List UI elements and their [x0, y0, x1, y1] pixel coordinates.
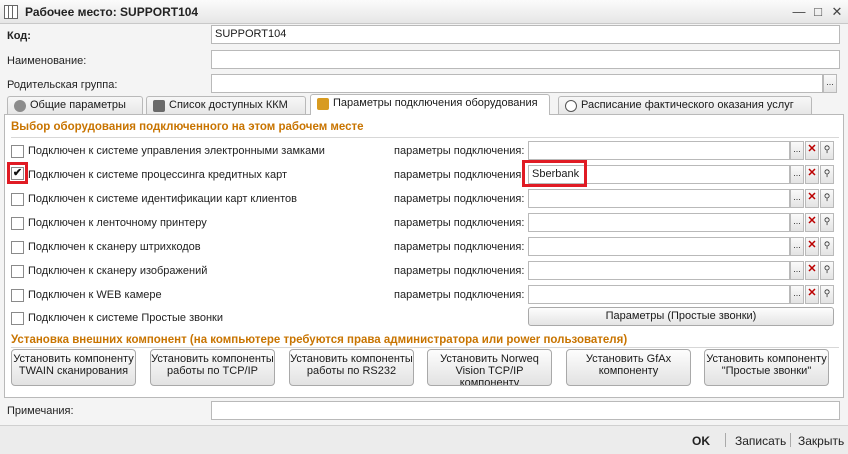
clear-x-icon[interactable]: ✕ — [805, 237, 819, 256]
section-divider — [11, 137, 839, 138]
params-field-image-scanner[interactable] — [528, 261, 790, 280]
close-button[interactable]: Закрыть — [798, 434, 844, 448]
tab-schedule[interactable]: Расписание фактического оказания услуг — [558, 96, 812, 115]
clock-icon — [565, 100, 577, 112]
params-label: параметры подключения: — [394, 289, 525, 301]
params-field-printer[interactable] — [528, 213, 790, 232]
simple-calls-params-button[interactable]: Параметры (Простые звонки) — [528, 307, 834, 326]
title-bar: Рабочее место: SUPPORT104 — □ ✕ — [0, 0, 848, 24]
row-label: Подключен к ленточному принтеру — [28, 217, 207, 229]
select-ellipsis-button[interactable]: ... — [790, 213, 804, 232]
search-icon[interactable]: ⚲ — [820, 165, 834, 184]
clear-x-icon[interactable]: ✕ — [805, 189, 819, 208]
install-gfax-button[interactable]: Установить GfAx компоненту — [566, 349, 691, 386]
close-icon[interactable]: ✕ — [828, 3, 846, 21]
register-icon — [153, 100, 165, 112]
row-label: Подключен к системе Простые звонки — [28, 312, 223, 324]
params-label: параметры подключения: — [394, 193, 525, 205]
select-ellipsis-button[interactable]: ... — [790, 261, 804, 280]
row-label: Подключен к сканеру изображений — [28, 265, 208, 277]
gear-icon — [14, 100, 26, 112]
parent-group-field[interactable] — [211, 74, 823, 93]
tab-label: Параметры подключения оборудования — [333, 97, 538, 109]
row-label: Подключен к WEB камере — [28, 289, 162, 301]
checkbox-client-cards[interactable] — [11, 193, 24, 206]
search-icon[interactable]: ⚲ — [820, 285, 834, 304]
footer-bar: OK Записать Закрыть — [0, 425, 848, 454]
clear-x-icon[interactable]: ✕ — [805, 141, 819, 160]
select-ellipsis-button[interactable]: ... — [823, 74, 837, 93]
params-field-client-cards[interactable] — [528, 189, 790, 208]
app-icon — [4, 5, 18, 19]
components-section-title: Установка внешних компонент (на компьюте… — [11, 334, 628, 346]
highlight-box — [522, 160, 587, 187]
ok-button[interactable]: OK — [692, 434, 710, 448]
params-field-locks[interactable] — [528, 141, 790, 160]
install-rs232-button[interactable]: Установить компоненты работы по RS232 — [289, 349, 414, 386]
footer-separator — [790, 433, 791, 447]
tab-kkm-list[interactable]: Список доступных ККМ — [146, 96, 306, 115]
checkbox-image-scanner[interactable] — [11, 265, 24, 278]
install-simple-calls-button[interactable]: Установить компоненту "Простые звонки" — [704, 349, 829, 386]
select-ellipsis-button[interactable]: ... — [790, 189, 804, 208]
search-icon[interactable]: ⚲ — [820, 237, 834, 256]
clear-x-icon[interactable]: ✕ — [805, 285, 819, 304]
notes-field[interactable] — [211, 401, 840, 420]
clear-x-icon[interactable]: ✕ — [805, 213, 819, 232]
checkbox-barcode-scanner[interactable] — [11, 241, 24, 254]
name-label: Наименование: — [7, 55, 87, 67]
params-label: параметры подключения: — [394, 169, 525, 181]
checkbox-web-camera[interactable] — [11, 289, 24, 302]
search-icon[interactable]: ⚲ — [820, 261, 834, 280]
tab-equipment[interactable]: Параметры подключения оборудования — [310, 94, 550, 115]
tab-label: Общие параметры — [30, 99, 126, 111]
params-field-barcode[interactable] — [528, 237, 790, 256]
params-field-web-camera[interactable] — [528, 285, 790, 304]
checkbox-simple-calls[interactable] — [11, 312, 24, 325]
save-button[interactable]: Записать — [735, 434, 786, 448]
tab-general[interactable]: Общие параметры — [7, 96, 143, 115]
search-icon[interactable]: ⚲ — [820, 213, 834, 232]
footer-separator — [725, 433, 726, 447]
select-ellipsis-button[interactable]: ... — [790, 285, 804, 304]
select-ellipsis-button[interactable]: ... — [790, 237, 804, 256]
checkbox-electronic-locks[interactable] — [11, 145, 24, 158]
checkbox-tape-printer[interactable] — [11, 217, 24, 230]
clear-x-icon[interactable]: ✕ — [805, 165, 819, 184]
params-label: параметры подключения: — [394, 241, 525, 253]
install-twain-button[interactable]: Установить компоненту TWAIN сканирования — [11, 349, 136, 386]
params-label: параметры подключения: — [394, 145, 525, 157]
minimize-icon[interactable]: — — [790, 3, 808, 21]
row-label: Подключен к системе управления электронн… — [28, 145, 325, 157]
equipment-section-title: Выбор оборудования подключенного на этом… — [11, 121, 364, 133]
search-icon[interactable]: ⚲ — [820, 141, 834, 160]
code-field[interactable]: SUPPORT104 — [211, 25, 840, 44]
window-title: Рабочее место: SUPPORT104 — [25, 5, 199, 19]
row-label: Подключен к сканеру штрихкодов — [28, 241, 201, 253]
name-field[interactable] — [211, 50, 840, 69]
wrench-icon — [317, 98, 329, 110]
params-label: параметры подключения: — [394, 265, 525, 277]
code-label: Код: — [7, 30, 31, 42]
tab-label: Расписание фактического оказания услуг — [581, 99, 794, 111]
notes-label: Примечания: — [7, 405, 74, 417]
maximize-icon[interactable]: □ — [809, 3, 827, 21]
search-icon[interactable]: ⚲ — [820, 189, 834, 208]
checkbox-credit-card-processing[interactable]: ✔ — [11, 167, 24, 180]
clear-x-icon[interactable]: ✕ — [805, 261, 819, 280]
select-ellipsis-button[interactable]: ... — [790, 165, 804, 184]
parent-group-label: Родительская группа: — [7, 79, 118, 91]
section-divider — [11, 347, 839, 348]
row-label: Подключен к системе процессинга кредитны… — [28, 169, 288, 181]
select-ellipsis-button[interactable]: ... — [790, 141, 804, 160]
install-tcpip-button[interactable]: Установить компоненты работы по TCP/IP — [150, 349, 275, 386]
row-label: Подключен к системе идентификации карт к… — [28, 193, 297, 205]
install-norweq-button[interactable]: Установить Norweq Vision TCP/IP компонен… — [427, 349, 552, 386]
params-label: параметры подключения: — [394, 217, 525, 229]
tab-label: Список доступных ККМ — [169, 99, 288, 111]
